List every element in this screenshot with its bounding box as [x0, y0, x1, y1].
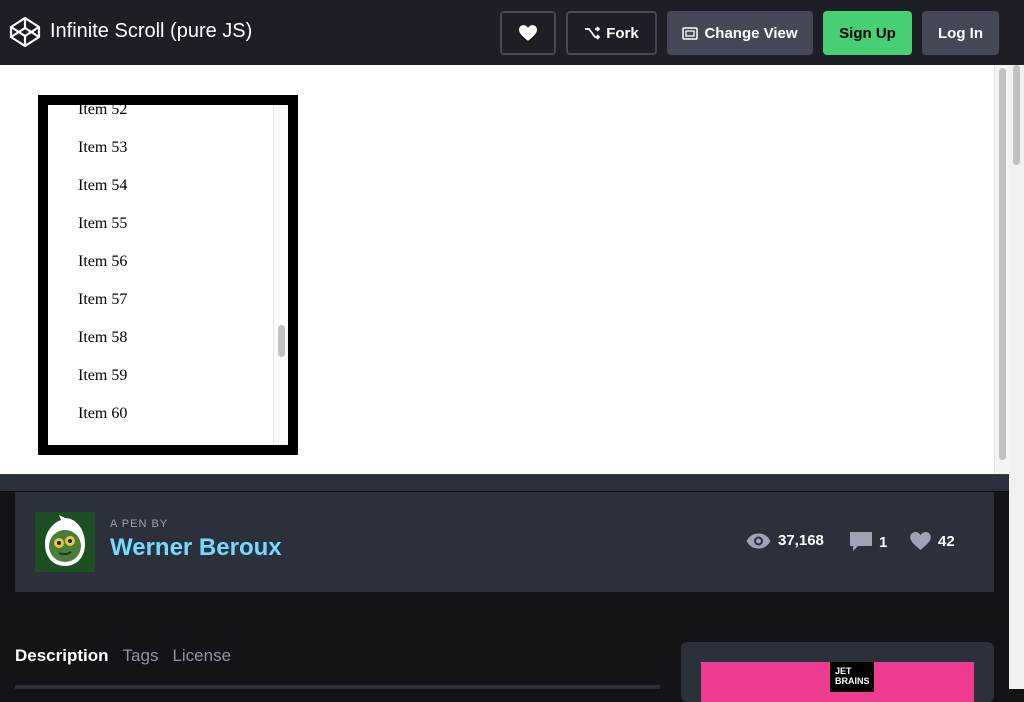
sign-up-button[interactable]: Sign Up [823, 11, 912, 55]
pen-title: Infinite Scroll (pure JS) [50, 20, 253, 42]
likes-stat[interactable]: 42 [910, 532, 955, 550]
list-item: Item 58 [78, 329, 128, 346]
list-item: Item 54 [78, 177, 128, 194]
page-scrollbar[interactable] [1009, 65, 1024, 689]
scroll-list: Item 52 Item 53 Item 54 Item 55 Item 56 … [48, 101, 288, 455]
list-scrollbar-thumb[interactable] [278, 325, 285, 357]
heart-icon [910, 532, 931, 550]
heart-icon [519, 25, 537, 41]
jetbrains-logo: JET BRAINS [830, 662, 874, 692]
like-button[interactable] [500, 11, 556, 55]
change-view-button[interactable]: Change View [667, 11, 813, 55]
preview-scrollbar[interactable] [994, 65, 1009, 474]
change-view-label: Change View [704, 24, 798, 42]
preview-frame[interactable]: Item 52 Item 53 Item 54 Item 55 Item 56 … [0, 65, 1009, 474]
layout-icon [682, 26, 699, 40]
list-item: Item 57 [78, 291, 128, 308]
eye-icon [746, 533, 771, 548]
list-item: Item 52 [78, 101, 128, 118]
author-bar: A PEN BY Werner Beroux 37,168 1 42 [15, 492, 994, 592]
page-scrollbar-thumb[interactable] [1013, 65, 1020, 165]
ad-container: JET BRAINS [681, 642, 994, 702]
likes-count: 42 [938, 532, 955, 550]
details-tabs: Description Tags License [15, 646, 245, 666]
list-item: Item 53 [78, 139, 128, 156]
log-in-button[interactable]: Log In [922, 11, 999, 55]
views-stat: 37,168 [746, 532, 824, 549]
tab-tags[interactable]: Tags [123, 646, 159, 666]
description-panel [15, 685, 660, 689]
author-name-link[interactable]: Werner Beroux [110, 534, 282, 562]
tab-description[interactable]: Description [15, 646, 109, 666]
infinite-scroll-container[interactable]: Item 52 Item 53 Item 54 Item 55 Item 56 … [38, 95, 298, 455]
top-header: Infinite Scroll (pure JS) Fork Change Vi… [0, 0, 1024, 65]
codepen-logo-icon[interactable] [9, 16, 41, 48]
list-item: Item 56 [78, 253, 128, 270]
comments-count: 1 [879, 533, 888, 551]
comments-stat[interactable]: 1 [850, 532, 887, 552]
list-scrollbar[interactable] [273, 105, 288, 445]
list-item: Item 59 [78, 367, 128, 384]
fork-button[interactable]: Fork [566, 11, 657, 55]
views-count: 37,168 [778, 532, 824, 549]
comment-icon [850, 532, 872, 551]
pen-by-label: A PEN BY [110, 518, 169, 530]
fork-label: Fork [606, 24, 639, 42]
avatar-image [35, 512, 95, 572]
preview-scrollbar-thumb[interactable] [999, 68, 1006, 460]
list-item: Item 55 [78, 215, 128, 232]
ad-banner[interactable]: JET BRAINS [701, 662, 974, 702]
list-item: Item 60 [78, 405, 128, 422]
avatar[interactable] [35, 512, 95, 572]
list-item: Item 61 [78, 443, 128, 455]
fork-icon [585, 26, 601, 40]
preview-resize-handle[interactable] [0, 474, 1009, 492]
tab-license[interactable]: License [172, 646, 231, 666]
